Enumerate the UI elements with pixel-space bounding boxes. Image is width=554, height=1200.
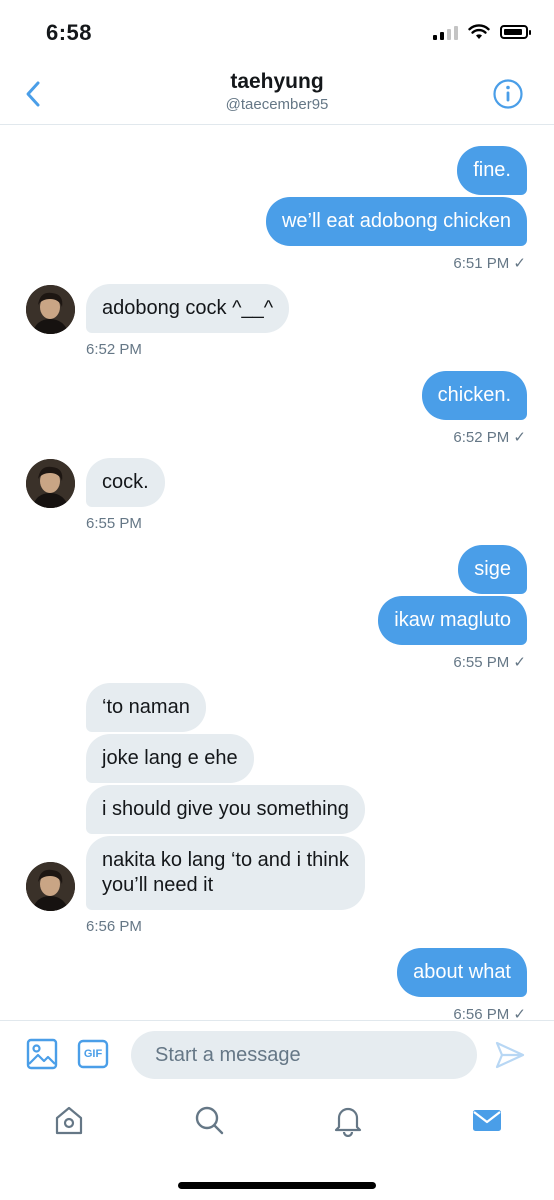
info-icon	[493, 79, 523, 109]
bell-icon	[334, 1107, 362, 1138]
message-input[interactable]	[131, 1031, 477, 1079]
message-bubble-sent[interactable]: we’ll eat adobong chicken	[265, 197, 527, 246]
message-bubble-sent[interactable]: chicken.	[421, 371, 527, 420]
conversation-title[interactable]: taehyung @taecember95	[0, 70, 554, 113]
message-timestamp: 6:52 PM ✓	[453, 429, 526, 446]
tab-notifications[interactable]	[331, 1103, 365, 1138]
message-list[interactable]: fine. we’ll eat adobong chicken 6:51 PM …	[0, 125, 554, 1020]
message-timestamp: 6:56 PM	[86, 918, 142, 935]
battery-icon	[500, 25, 531, 39]
image-icon	[26, 1038, 58, 1070]
tab-search[interactable]	[192, 1103, 226, 1137]
info-button[interactable]	[492, 78, 524, 110]
status-icons	[433, 24, 531, 40]
message-bubble-sent[interactable]: fine.	[457, 146, 527, 195]
bottom-tab-bar	[0, 1093, 554, 1153]
home-icon	[55, 1106, 83, 1135]
contact-avatar-icon	[26, 285, 75, 334]
contact-avatar-icon	[26, 459, 75, 508]
message-bubble-received[interactable]: joke lang e ehe	[86, 734, 254, 783]
message-timestamp: 6:55 PM	[86, 515, 142, 532]
message-bubble-received[interactable]: ‘to naman	[86, 683, 206, 732]
message-bubble-sent[interactable]: sige	[458, 545, 527, 594]
message-bubble-received[interactable]: cock.	[86, 458, 165, 507]
tab-messages[interactable]	[470, 1103, 504, 1137]
wifi-icon	[468, 24, 490, 39]
message-timestamp: 6:52 PM	[86, 341, 142, 358]
home-indicator	[178, 1182, 376, 1189]
add-gif-button[interactable]: GIF	[77, 1038, 109, 1075]
message-bubble-received[interactable]: i should give you something	[86, 785, 365, 834]
message-bubble-sent[interactable]: about what	[397, 948, 527, 997]
avatar[interactable]	[26, 285, 75, 334]
gif-label: GIF	[83, 1048, 103, 1060]
send-icon	[495, 1041, 525, 1069]
cellular-signal-icon	[433, 24, 458, 40]
message-timestamp: 6:56 PM ✓	[453, 1006, 526, 1020]
add-photo-button[interactable]	[26, 1038, 58, 1075]
message-composer: GIF	[0, 1020, 554, 1093]
contact-handle: @taecember95	[225, 96, 329, 113]
message-timestamp: 6:55 PM ✓	[453, 654, 526, 671]
contact-avatar-icon	[26, 862, 75, 911]
tab-home[interactable]	[52, 1103, 86, 1137]
avatar[interactable]	[26, 459, 75, 508]
status-bar: 6:58	[0, 0, 554, 66]
message-bubble-received[interactable]: nakita ko lang ‘to and i think you’ll ne…	[86, 836, 365, 910]
message-bubble-sent[interactable]: ikaw magluto	[378, 596, 527, 645]
send-button[interactable]	[494, 1039, 526, 1076]
mail-icon	[473, 1110, 501, 1131]
message-bubble-received[interactable]: adobong cock ^__^	[86, 284, 290, 333]
avatar[interactable]	[26, 862, 75, 911]
message-timestamp: 6:51 PM ✓	[453, 255, 526, 272]
search-icon	[195, 1106, 224, 1135]
status-time: 6:58	[46, 20, 93, 45]
contact-name: taehyung	[230, 70, 324, 93]
conversation-header: taehyung @taecember95	[0, 66, 554, 125]
